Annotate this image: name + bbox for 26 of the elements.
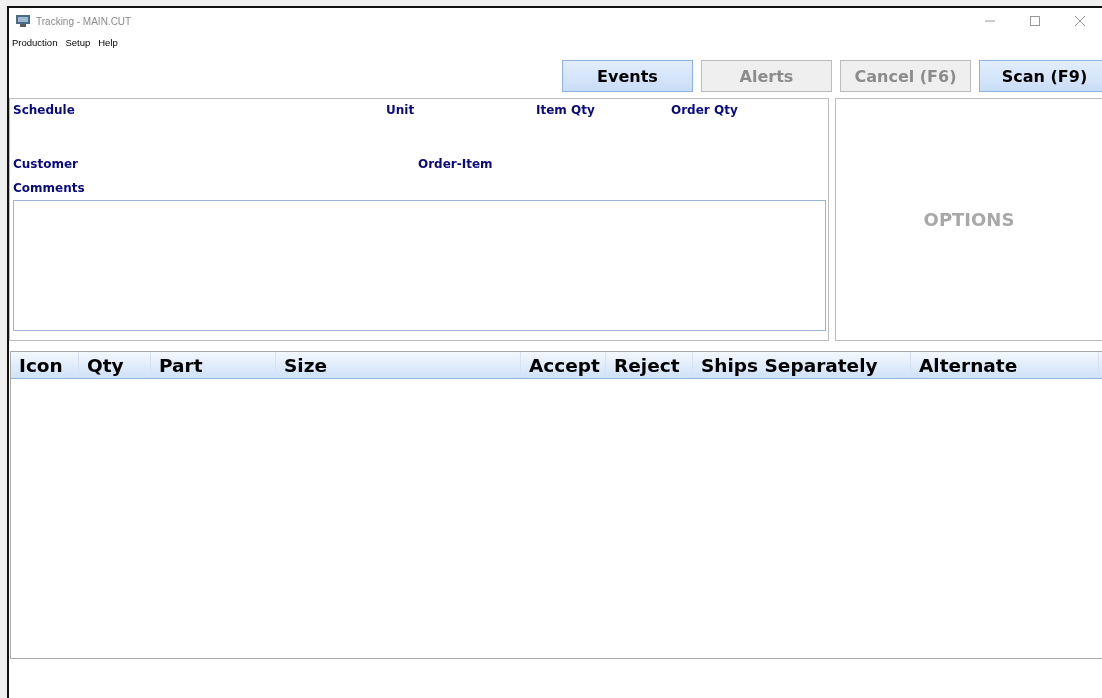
window-title: Tracking - MAIN.CUT [36,15,133,27]
column-header[interactable]: Icon [11,352,79,378]
column-header[interactable]: Part [151,352,276,378]
column-header[interactable]: Alternate [911,352,1099,378]
menu-item[interactable]: Setup [65,36,91,48]
maximize-icon [1029,16,1040,26]
field-label: Order Qty [671,103,738,117]
app-icon [16,15,30,27]
options-label: OPTIONS [923,209,1015,230]
field-label: Comments [13,181,85,195]
toolbar-button[interactable]: Scan (F9) [979,60,1102,92]
comments-field[interactable] [13,200,826,331]
column-header[interactable]: Ships Separately [693,352,911,378]
column-header[interactable]: Reject [606,352,693,378]
field-label: Item Qty [536,103,595,117]
field-label: Order-Item [418,157,493,171]
menu-item[interactable]: Production [12,36,58,48]
column-header[interactable]: Size [276,352,521,378]
column-header[interactable]: Qty [79,352,151,378]
field-label: Schedule [13,103,75,117]
close-icon [1074,16,1085,26]
field-label: Customer [13,157,79,171]
column-header[interactable]: Accept [521,352,606,378]
field-label: Unit [386,103,415,117]
toolbar-button[interactable]: Events [562,60,693,92]
menu-item[interactable]: Help [98,36,118,48]
